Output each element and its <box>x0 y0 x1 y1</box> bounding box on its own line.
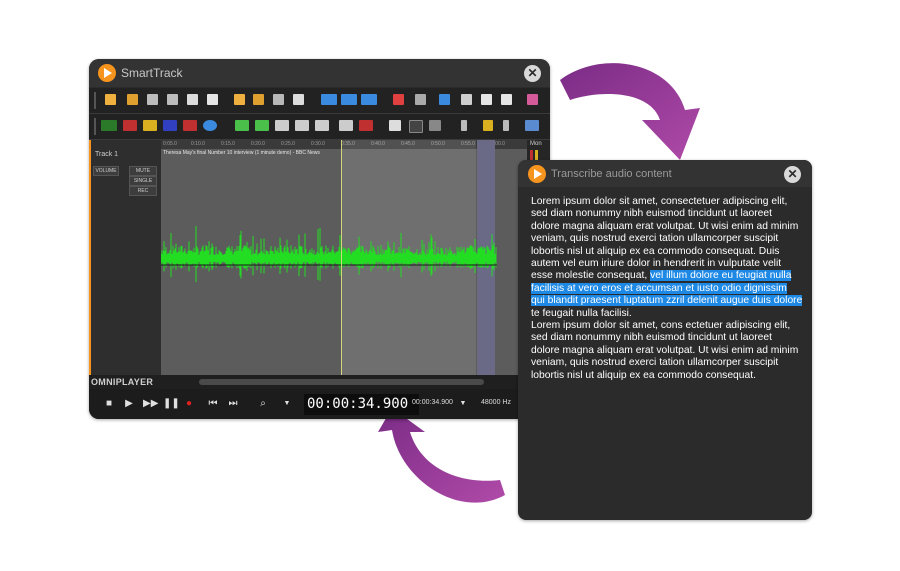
stop-icon[interactable]: ■ <box>103 398 115 410</box>
transcript-text[interactable]: Lorem ipsum dolor sit amet, consectetuer… <box>531 196 803 382</box>
wave-icon[interactable] <box>203 120 217 131</box>
split-icon[interactable] <box>341 94 357 105</box>
ruler-tick: 0:05.0 <box>163 141 177 147</box>
marker-icon[interactable] <box>143 120 157 131</box>
folder-icon[interactable] <box>234 94 245 105</box>
save-icon[interactable] <box>187 94 198 105</box>
settings-icon[interactable] <box>525 120 539 131</box>
transcribe-window: Transcribe audio content ✕ Lorem ipsum d… <box>518 160 812 520</box>
skip-back-icon[interactable]: ⏮ <box>207 398 219 410</box>
app-logo-icon <box>528 165 546 183</box>
record-icon[interactable] <box>273 94 284 105</box>
print-icon[interactable] <box>207 94 218 105</box>
main-toolbar <box>89 88 550 114</box>
loop-icon[interactable] <box>183 120 197 131</box>
trim-icon[interactable] <box>255 120 269 131</box>
rec-button[interactable]: REC <box>129 186 157 196</box>
zoom-dropdown-icon[interactable]: ▼ <box>281 398 293 410</box>
play-icon[interactable]: ▶ <box>123 398 135 410</box>
meter-label: Mon <box>530 141 542 147</box>
undo-icon[interactable] <box>393 94 404 105</box>
paste-icon[interactable] <box>105 94 116 105</box>
horizontal-scrollbar[interactable] <box>199 379 484 385</box>
clip-name: Theresa May's final Number 10 interview … <box>163 150 320 156</box>
dropdown-icon[interactable] <box>503 120 509 131</box>
eraser-icon[interactable] <box>527 94 538 105</box>
open-icon[interactable] <box>127 94 138 105</box>
playhead[interactable] <box>341 140 342 375</box>
mute-button[interactable]: MUTE <box>129 166 157 176</box>
ruler-tick: 0:10.0 <box>191 141 205 147</box>
tempo-icon[interactable] <box>359 120 373 131</box>
cursor-icon[interactable] <box>275 120 289 131</box>
waveform <box>161 226 497 283</box>
edit-toolbar <box>89 114 550 140</box>
single-button[interactable]: SINGLE <box>129 176 157 186</box>
fast-forward-icon[interactable]: ▶▶ <box>143 398 158 410</box>
import-icon[interactable] <box>147 94 158 105</box>
mix-icon[interactable] <box>389 120 401 131</box>
app-logo-icon <box>98 64 116 82</box>
arrow-left-up <box>378 408 505 503</box>
transcript-para-1-end: te feugait nulla facilisi. <box>531 307 632 319</box>
close-button[interactable]: ✕ <box>524 65 541 82</box>
ruler-tick: 0:30.0 <box>311 141 325 147</box>
merge-icon[interactable] <box>361 94 377 105</box>
window-title: SmartTrack <box>121 66 183 80</box>
skip-forward-icon[interactable]: ⏭ <box>227 398 239 410</box>
export-icon[interactable] <box>167 94 178 105</box>
envelope-icon[interactable] <box>235 120 249 131</box>
time-dropdown-icon[interactable]: ▼ <box>457 398 469 410</box>
fade-icon[interactable] <box>101 120 117 131</box>
waveform-path <box>161 226 497 283</box>
clip-icon[interactable] <box>253 94 264 105</box>
record-button-icon[interactable]: ● <box>183 398 195 410</box>
ruler-tick: 0:25.0 <box>281 141 295 147</box>
track-header: Track 1 VOLUME MUTE SINGLE REC <box>89 140 163 375</box>
dropdown-icon[interactable] <box>461 120 467 131</box>
gain-icon[interactable] <box>339 120 353 131</box>
select-icon[interactable] <box>439 94 450 105</box>
tools-icon[interactable] <box>429 120 441 131</box>
pause-icon[interactable]: ❚❚ <box>163 398 180 410</box>
time-display: 00:00:34.900 <box>304 394 419 415</box>
zoom-icon[interactable]: ⌕ <box>257 398 269 410</box>
title-bar: SmartTrack ✕ <box>89 59 550 87</box>
smarttrack-window: SmartTrack ✕ Track 1 VOLUME MUTE SINGLE … <box>89 59 550 419</box>
redo-icon[interactable] <box>415 94 426 105</box>
sample-rate: 48000 Hz <box>481 399 511 406</box>
ruler-tick: 0:20.0 <box>251 141 265 147</box>
insert-icon[interactable] <box>483 120 493 131</box>
volume-button[interactable]: VOLUME <box>93 166 119 176</box>
snap-icon[interactable] <box>315 120 329 131</box>
transcript-para-1: Lorem ipsum dolor sit amet, consectetuer… <box>531 196 799 282</box>
window-title: Transcribe audio content <box>551 168 672 180</box>
add-icon[interactable] <box>409 120 423 133</box>
cut-icon[interactable] <box>461 94 472 105</box>
paste-clip-icon[interactable] <box>501 94 512 105</box>
toolbar-grip[interactable] <box>94 92 96 109</box>
track-name: Track 1 <box>95 151 119 158</box>
time-position: 00:00:34.900 <box>412 399 453 406</box>
close-button[interactable]: ✕ <box>784 166 801 183</box>
player-bar: OMNIPLAYER <box>89 375 550 389</box>
duplicate-icon[interactable] <box>481 94 492 105</box>
omniplayer-logo: OMNIPLAYER <box>91 377 154 387</box>
ruler-tick: 0:15.0 <box>221 141 235 147</box>
normalize-icon[interactable] <box>163 120 177 131</box>
waveform-icon[interactable] <box>321 94 337 105</box>
copy-icon[interactable] <box>293 94 304 105</box>
toolbar-grip[interactable] <box>94 118 96 135</box>
title-bar: Transcribe audio content ✕ <box>518 160 812 187</box>
effect-icon[interactable] <box>123 120 137 131</box>
transcript-para-2: Lorem ipsum dolor sit amet, cons ectetue… <box>531 320 799 381</box>
move-icon[interactable] <box>295 120 309 131</box>
transport-bar: ■ ▶ ▶▶ ❚❚ ● ⏮ ⏭ ⌕ ▼ 00:00:34.900 00:00:3… <box>89 389 550 419</box>
